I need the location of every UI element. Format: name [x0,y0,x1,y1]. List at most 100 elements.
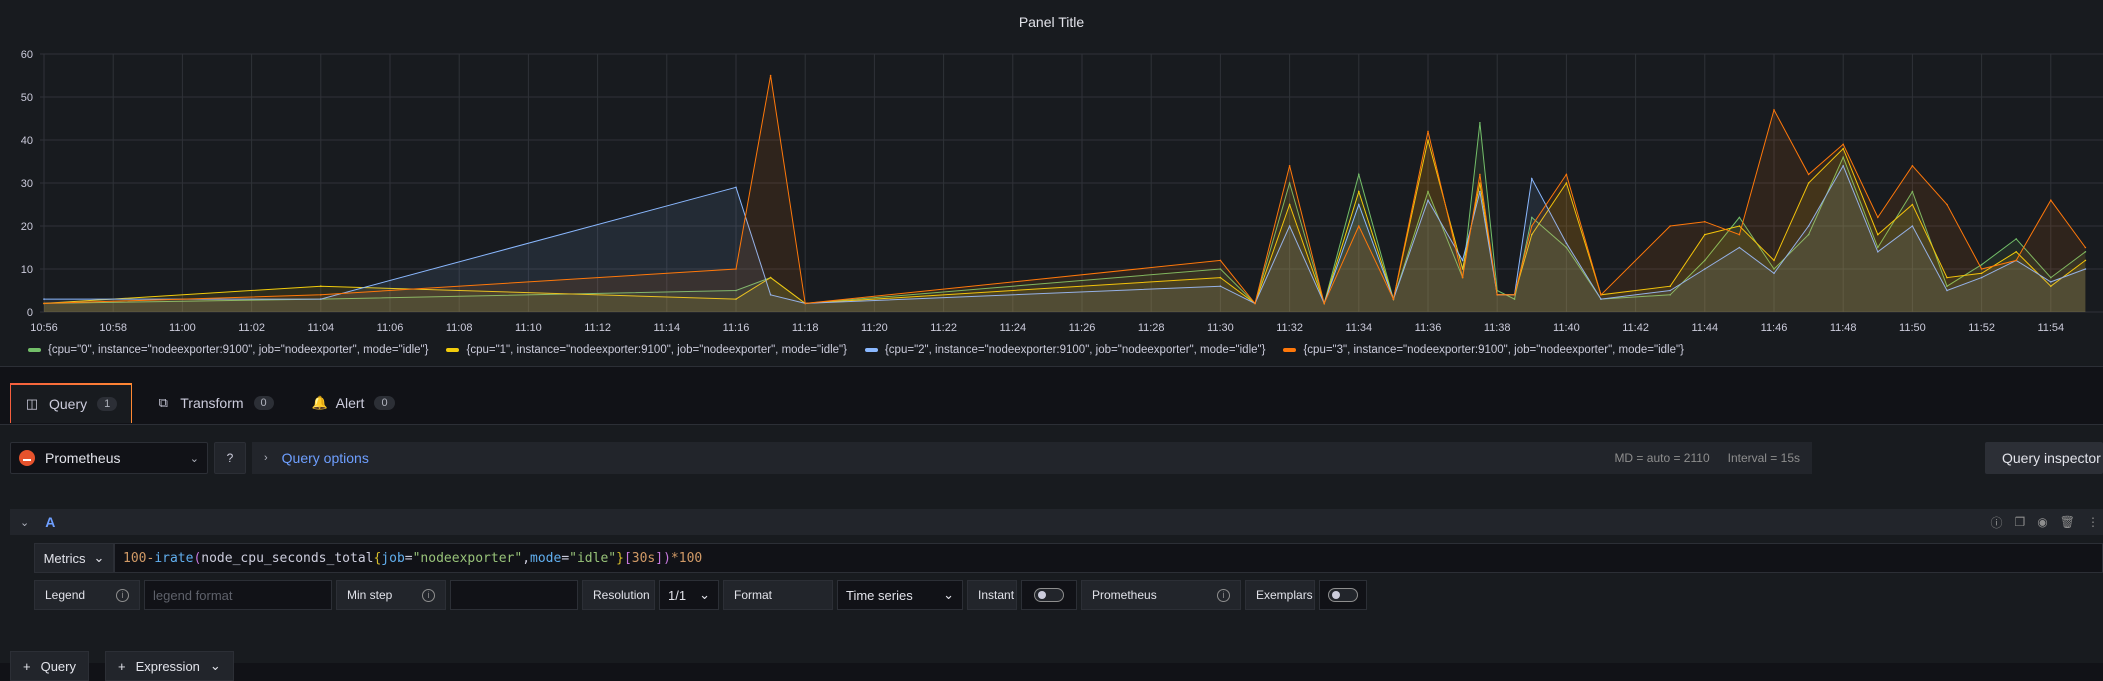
expr-token: job [381,551,404,566]
prometheus-label-text: Prometheus [1092,588,1157,602]
data-point-cpu-3 [1479,174,1481,176]
legend-item[interactable]: {cpu="2", instance="nodeexporter:9100", … [865,344,1265,356]
data-point-cpu-3 [1946,204,1948,206]
x-tick-label: 11:16 [723,322,750,334]
x-tick-label: 11:06 [377,322,404,334]
duplicate-icon[interactable]: ❐ [2015,515,2026,529]
x-tick-label: 11:02 [238,322,265,334]
expr-token: } [616,551,624,566]
bell-icon: 🔔 [312,395,326,411]
chevron-right-icon: › [264,452,268,464]
max-datapoints-text: MD = auto = 2110 [1614,451,1709,465]
eye-icon[interactable]: ◉ [2037,515,2047,529]
data-point-cpu-3 [1514,294,1516,296]
editor-tabs: ◫ Query 1 ⧉ Transform 0 🔔 Alert 0 [10,383,409,423]
min-step-input[interactable] [450,580,578,610]
plus-icon: + [23,659,31,674]
x-tick-label: 11:42 [1622,322,1649,334]
trash-icon[interactable]: 🗑 [2060,515,2075,529]
metrics-browser-button[interactable]: Metrics ⌄ [34,543,114,573]
x-tick-label: 11:36 [1415,322,1442,334]
x-tick-label: 11:26 [1069,322,1096,334]
data-point-cpu-1 [2015,251,2017,253]
tab-alert[interactable]: 🔔 Alert 0 [298,383,409,423]
tab-transform[interactable]: ⧉ Transform 0 [142,383,287,423]
query-row-header[interactable]: ⌄ A ⓘ ❐ ◉ 🗑 ⋮ [10,509,2103,535]
data-point-cpu-0 [2015,238,2017,240]
y-tick-label: 50 [21,92,33,104]
query-options-bar[interactable]: › Query options MD = auto = 2110 Interva… [252,442,1812,474]
promql-input[interactable]: 100-irate(node_cpu_seconds_total{job="no… [114,543,2103,573]
data-point-cpu-3 [770,75,772,77]
x-tick-label: 11:18 [792,322,819,334]
legend-item[interactable]: {cpu="1", instance="nodeexporter:9100", … [446,344,846,356]
data-point-cpu-3 [1393,298,1395,300]
datasource-name: Prometheus [45,450,120,466]
exemplars-label: Exemplars [1245,580,1315,610]
instant-toggle[interactable] [1034,588,1064,602]
x-tick-label: 11:08 [446,322,473,334]
data-point-cpu-1 [1739,225,1741,227]
expr-token: [ [624,551,632,566]
expr-token: = [405,551,413,566]
legend-item[interactable]: {cpu="3", instance="nodeexporter:9100", … [1283,344,1683,356]
expr-token: irate [154,551,193,566]
y-tick-label: 60 [21,49,33,61]
add-query-button[interactable]: + Query [10,651,89,681]
resolution-value: 1/1 [668,588,686,603]
info-icon[interactable]: i [422,589,435,602]
query-options-meta: MD = auto = 2110 Interval = 15s [1614,451,1800,465]
add-expression-button[interactable]: + Expression ⌄ [105,651,234,681]
x-tick-label: 11:00 [169,322,196,334]
x-tick-label: 11:38 [1484,322,1511,334]
legend-label: {cpu="3", instance="nodeexporter:9100", … [1303,344,1683,356]
data-point-cpu-3 [2015,260,2017,262]
expr-token: ( [193,551,201,566]
query-ref-id[interactable]: A [45,514,55,530]
info-icon[interactable]: i [1217,589,1230,602]
tab-query[interactable]: ◫ Query 1 [10,383,132,423]
y-tick-label: 20 [21,221,33,233]
legend: {cpu="0", instance="nodeexporter:9100", … [28,344,1684,356]
data-point-cpu-3 [1600,294,1602,296]
info-icon[interactable]: i [116,589,129,602]
y-tick-label: 30 [21,178,33,190]
query-options-label: Query options [282,450,369,466]
exemplars-toggle[interactable] [1328,588,1358,602]
data-point-cpu-1 [320,285,322,287]
y-tick-label: 40 [21,135,33,147]
collapse-caret-icon[interactable]: ⌄ [20,516,29,529]
legend-item[interactable]: {cpu="0", instance="nodeexporter:9100", … [28,344,428,356]
expr-token: 100- [123,551,154,566]
data-point-cpu-3 [2050,199,2052,201]
x-tick-label: 10:56 [30,322,58,334]
data-point-cpu-3 [320,294,322,296]
chevron-down-icon: ⌄ [943,587,954,603]
x-tick-label: 11:28 [1138,322,1165,334]
query-inspector-button[interactable]: Query inspector [1985,442,2103,474]
format-select[interactable]: Time series ⌄ [837,580,963,610]
data-point-cpu-0 [1479,122,1481,124]
x-tick-label: 11:34 [1345,322,1372,334]
chevron-down-icon: ⌄ [190,452,199,465]
resolution-select[interactable]: 1/1 ⌄ [659,580,719,610]
legend-format-input[interactable]: legend format [144,580,332,610]
drag-handle-icon[interactable]: ⋮ [2087,515,2099,529]
datasource-picker[interactable]: Prometheus ⌄ [10,442,208,474]
add-buttons: + Query + Expression ⌄ [10,651,234,681]
help-icon[interactable]: ⓘ [1991,514,2003,531]
data-point-cpu-3 [1773,109,1775,111]
database-icon: ◫ [25,396,39,412]
data-point-cpu-3 [2085,247,2087,249]
x-tick-label: 10:58 [99,322,127,334]
data-point-cpu-2 [43,298,45,300]
x-tick-label: 11:40 [1553,322,1580,334]
y-tick-label: 0 [27,307,33,319]
datasource-help-button[interactable]: ? [214,442,246,474]
instant-toggle-wrap [1021,580,1077,610]
instant-label: Instant [967,580,1017,610]
data-point-cpu-2 [735,187,737,189]
data-point-cpu-2 [1358,204,1360,206]
tab-count-badge: 1 [97,397,117,411]
data-point-cpu-3 [1842,144,1844,146]
